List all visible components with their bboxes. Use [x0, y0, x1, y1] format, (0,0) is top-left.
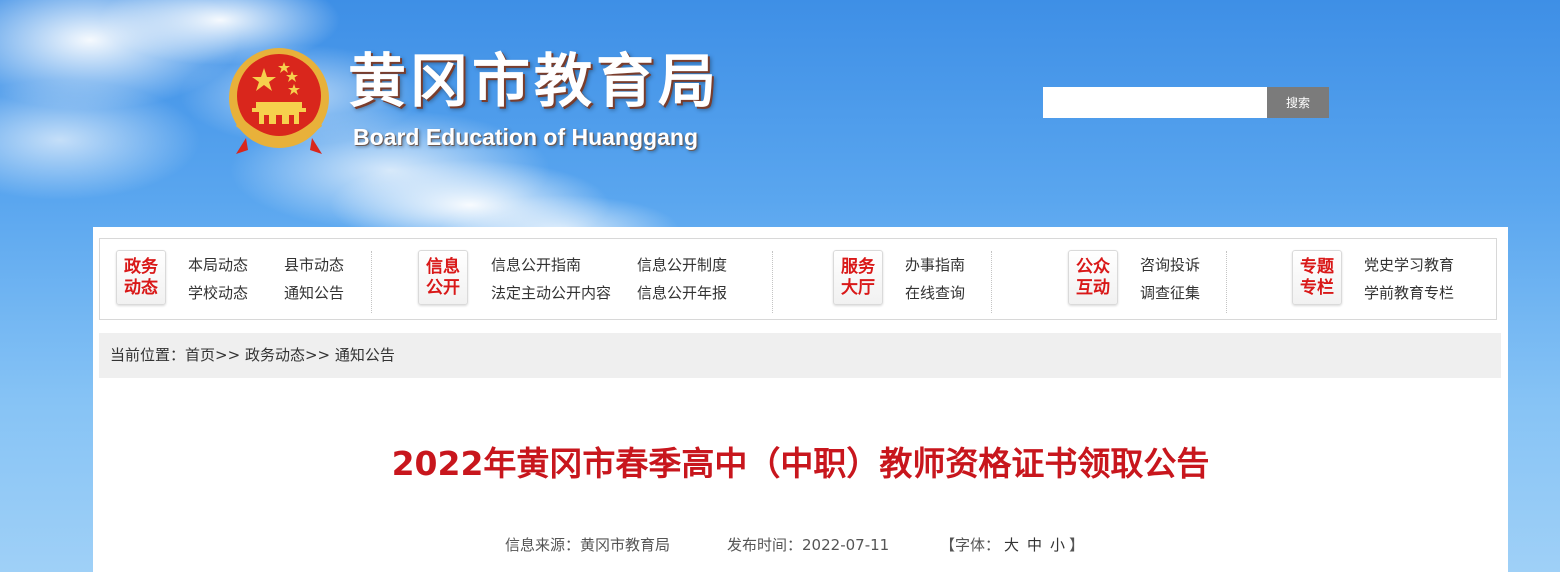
breadcrumb-separator: >>: [215, 346, 241, 364]
nav-link-disclosure-guide[interactable]: 信息公开指南: [491, 255, 581, 275]
breadcrumb-government-news[interactable]: 政务动态: [245, 346, 305, 364]
font-label-open: 【字体：: [940, 536, 1001, 554]
nav-link-consult-complain[interactable]: 咨询投诉: [1140, 255, 1200, 275]
national-emblem-icon: [229, 48, 329, 154]
main-content: 政务 动态 本局动态 县市动态 学校动态 通知公告 信息 公开 信息公开指南 信…: [93, 227, 1508, 572]
article-source: 信息来源：黄冈市教育局: [505, 534, 670, 555]
badge-line2: 互动: [1076, 277, 1110, 298]
nav-bar: 政务 动态 本局动态 县市动态 学校动态 通知公告 信息 公开 信息公开指南 信…: [99, 238, 1497, 320]
site-title: 黄冈市教育局: [348, 47, 721, 115]
badge-line1: 信息: [426, 256, 460, 277]
nav-link-online-query[interactable]: 在线查询: [905, 283, 965, 303]
font-size-control: 【字体：大中小】: [940, 534, 1084, 555]
source-value: 黄冈市教育局: [580, 536, 671, 554]
nav-link-party-history[interactable]: 党史学习教育: [1364, 255, 1454, 275]
badge-line2: 专栏: [1300, 277, 1334, 298]
nav-divider: [772, 251, 773, 313]
nav-link-disclosure-policy[interactable]: 信息公开制度: [637, 255, 727, 275]
badge-line1: 服务: [841, 256, 875, 277]
article-title: 2022年黄冈市春季高中（中职）教师资格证书领取公告: [391, 444, 1210, 483]
nav-divider: [991, 251, 992, 313]
nav-link-county-news[interactable]: 县市动态: [284, 255, 344, 275]
nav-link-school-news[interactable]: 学校动态: [188, 283, 248, 303]
font-label-close: 】: [1069, 536, 1085, 554]
site-subtitle: Board Education of Huanggang: [353, 124, 698, 150]
nav-divider: [371, 251, 372, 313]
search-input[interactable]: [1043, 87, 1267, 118]
article-date: 发布时间：2022-07-11: [727, 534, 889, 555]
badge-line2: 大厅: [841, 277, 875, 298]
badge-line2: 动态: [124, 277, 158, 298]
nav-badge-special-topics[interactable]: 专题 专栏: [1292, 250, 1342, 305]
font-size-medium-button[interactable]: 中: [1027, 536, 1042, 554]
date-label: 发布时间：: [727, 536, 803, 554]
breadcrumb-home[interactable]: 首页: [185, 346, 215, 364]
badge-line1: 公众: [1076, 256, 1110, 277]
nav-link-notices[interactable]: 通知公告: [284, 283, 344, 303]
badge-line1: 政务: [124, 256, 158, 277]
nav-link-survey[interactable]: 调查征集: [1140, 283, 1200, 303]
nav-badge-info-disclosure[interactable]: 信息 公开: [418, 250, 468, 305]
search-button[interactable]: 搜索: [1267, 87, 1329, 118]
font-size-small-button[interactable]: 小: [1050, 536, 1065, 554]
nav-link-service-guide[interactable]: 办事指南: [905, 255, 965, 275]
font-size-large-button[interactable]: 大: [1004, 536, 1019, 554]
nav-divider: [1226, 251, 1227, 313]
nav-link-statutory-disclosure[interactable]: 法定主动公开内容: [491, 283, 611, 303]
badge-line1: 专题: [1300, 256, 1334, 277]
nav-badge-government-news[interactable]: 政务 动态: [116, 250, 166, 305]
date-value: 2022-07-11: [802, 536, 890, 554]
breadcrumb-notices[interactable]: 通知公告: [335, 346, 395, 364]
nav-link-annual-report[interactable]: 信息公开年报: [637, 283, 727, 303]
nav-link-bureau-news[interactable]: 本局动态: [188, 255, 248, 275]
nav-link-preschool[interactable]: 学前教育专栏: [1364, 283, 1454, 303]
source-label: 信息来源：: [505, 536, 581, 554]
nav-badge-public-interaction[interactable]: 公众 互动: [1068, 250, 1118, 305]
breadcrumb-separator: >>: [304, 346, 331, 364]
nav-badge-service-hall[interactable]: 服务 大厅: [833, 250, 883, 305]
breadcrumb: 当前位置：首页>> 政务动态>> 通知公告: [99, 333, 1501, 378]
breadcrumb-prefix: 当前位置：: [110, 346, 186, 364]
badge-line2: 公开: [426, 277, 460, 298]
